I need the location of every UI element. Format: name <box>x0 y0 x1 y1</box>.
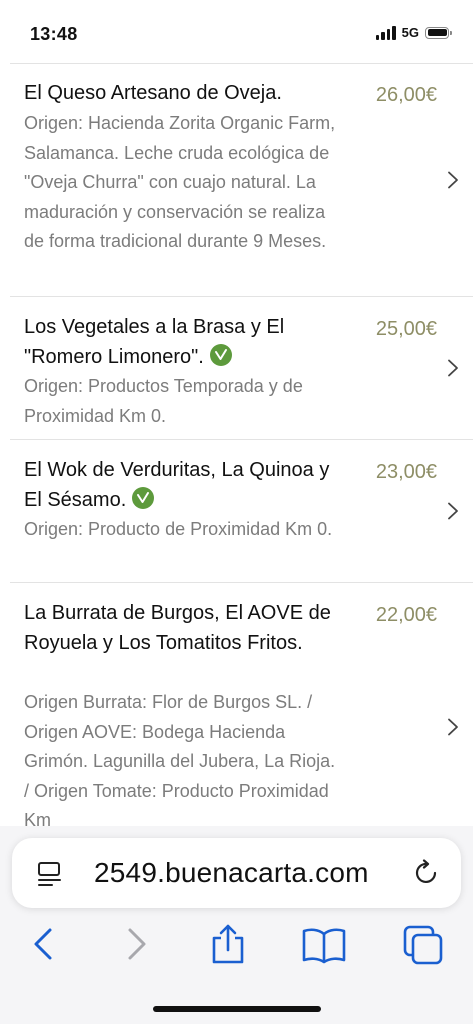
reader-icon[interactable] <box>36 860 64 888</box>
vegan-icon <box>132 486 155 509</box>
item-description: Origen: Productos Temporada y de Proximi… <box>24 376 303 426</box>
url-text[interactable]: 2549.buenacarta.com <box>94 857 369 889</box>
forward-icon[interactable] <box>124 922 152 966</box>
share-icon[interactable] <box>208 922 248 966</box>
item-price: 23,00€ <box>375 461 437 483</box>
tabs-icon[interactable] <box>402 922 446 966</box>
status-indicators: 5G <box>375 25 452 40</box>
menu-item-queso[interactable]: El Queso Artesano de Oveja. 26,00€ Orige… <box>10 64 473 297</box>
item-price: 22,00€ <box>375 604 437 626</box>
item-title: La Burrata de Burgos, El AOVE de Royuela… <box>24 602 331 654</box>
browser-toolbar: 2549.buenacarta.com <box>0 826 473 1024</box>
chevron-right-icon <box>448 171 458 189</box>
vegan-icon <box>209 343 232 366</box>
network-type: 5G <box>401 25 419 40</box>
signal-icon <box>375 25 396 40</box>
menu-item-wok[interactable]: El Wok de Verduritas, La Quinoa y El Sés… <box>10 440 473 583</box>
item-description: Origen: Hacienda Zorita Organic Farm, Sa… <box>24 113 336 251</box>
menu-item-burrata[interactable]: La Burrata de Burgos, El AOVE de Royuela… <box>10 583 473 827</box>
chevron-right-icon <box>448 359 458 377</box>
back-icon[interactable] <box>28 922 56 966</box>
chevron-right-icon <box>448 718 458 736</box>
bookmarks-icon[interactable] <box>300 922 348 966</box>
item-title: El Wok de Verduritas, La Quinoa y El Sés… <box>24 459 330 511</box>
address-bar[interactable]: 2549.buenacarta.com <box>12 838 461 908</box>
reload-icon[interactable] <box>413 859 441 887</box>
item-price: 26,00€ <box>375 84 437 106</box>
item-title: Los Vegetales a la Brasa y El "Romero Li… <box>24 316 285 368</box>
chevron-right-icon <box>448 502 458 520</box>
item-description: Origen Burrata: Flor de Burgos SL. / Ori… <box>24 692 336 827</box>
menu-item-vegetales[interactable]: Los Vegetales a la Brasa y El "Romero Li… <box>10 297 473 440</box>
status-bar: 13:48 5G <box>0 0 473 64</box>
item-description: Origen: Producto de Proximidad Km 0. <box>24 519 333 539</box>
status-time: 13:48 <box>30 24 78 44</box>
menu-list: El Queso Artesano de Oveja. 26,00€ Orige… <box>10 63 473 827</box>
item-title: El Queso Artesano de Oveja. <box>24 82 282 104</box>
battery-icon <box>425 26 452 39</box>
item-price: 25,00€ <box>375 318 437 340</box>
home-indicator <box>153 1006 321 1012</box>
